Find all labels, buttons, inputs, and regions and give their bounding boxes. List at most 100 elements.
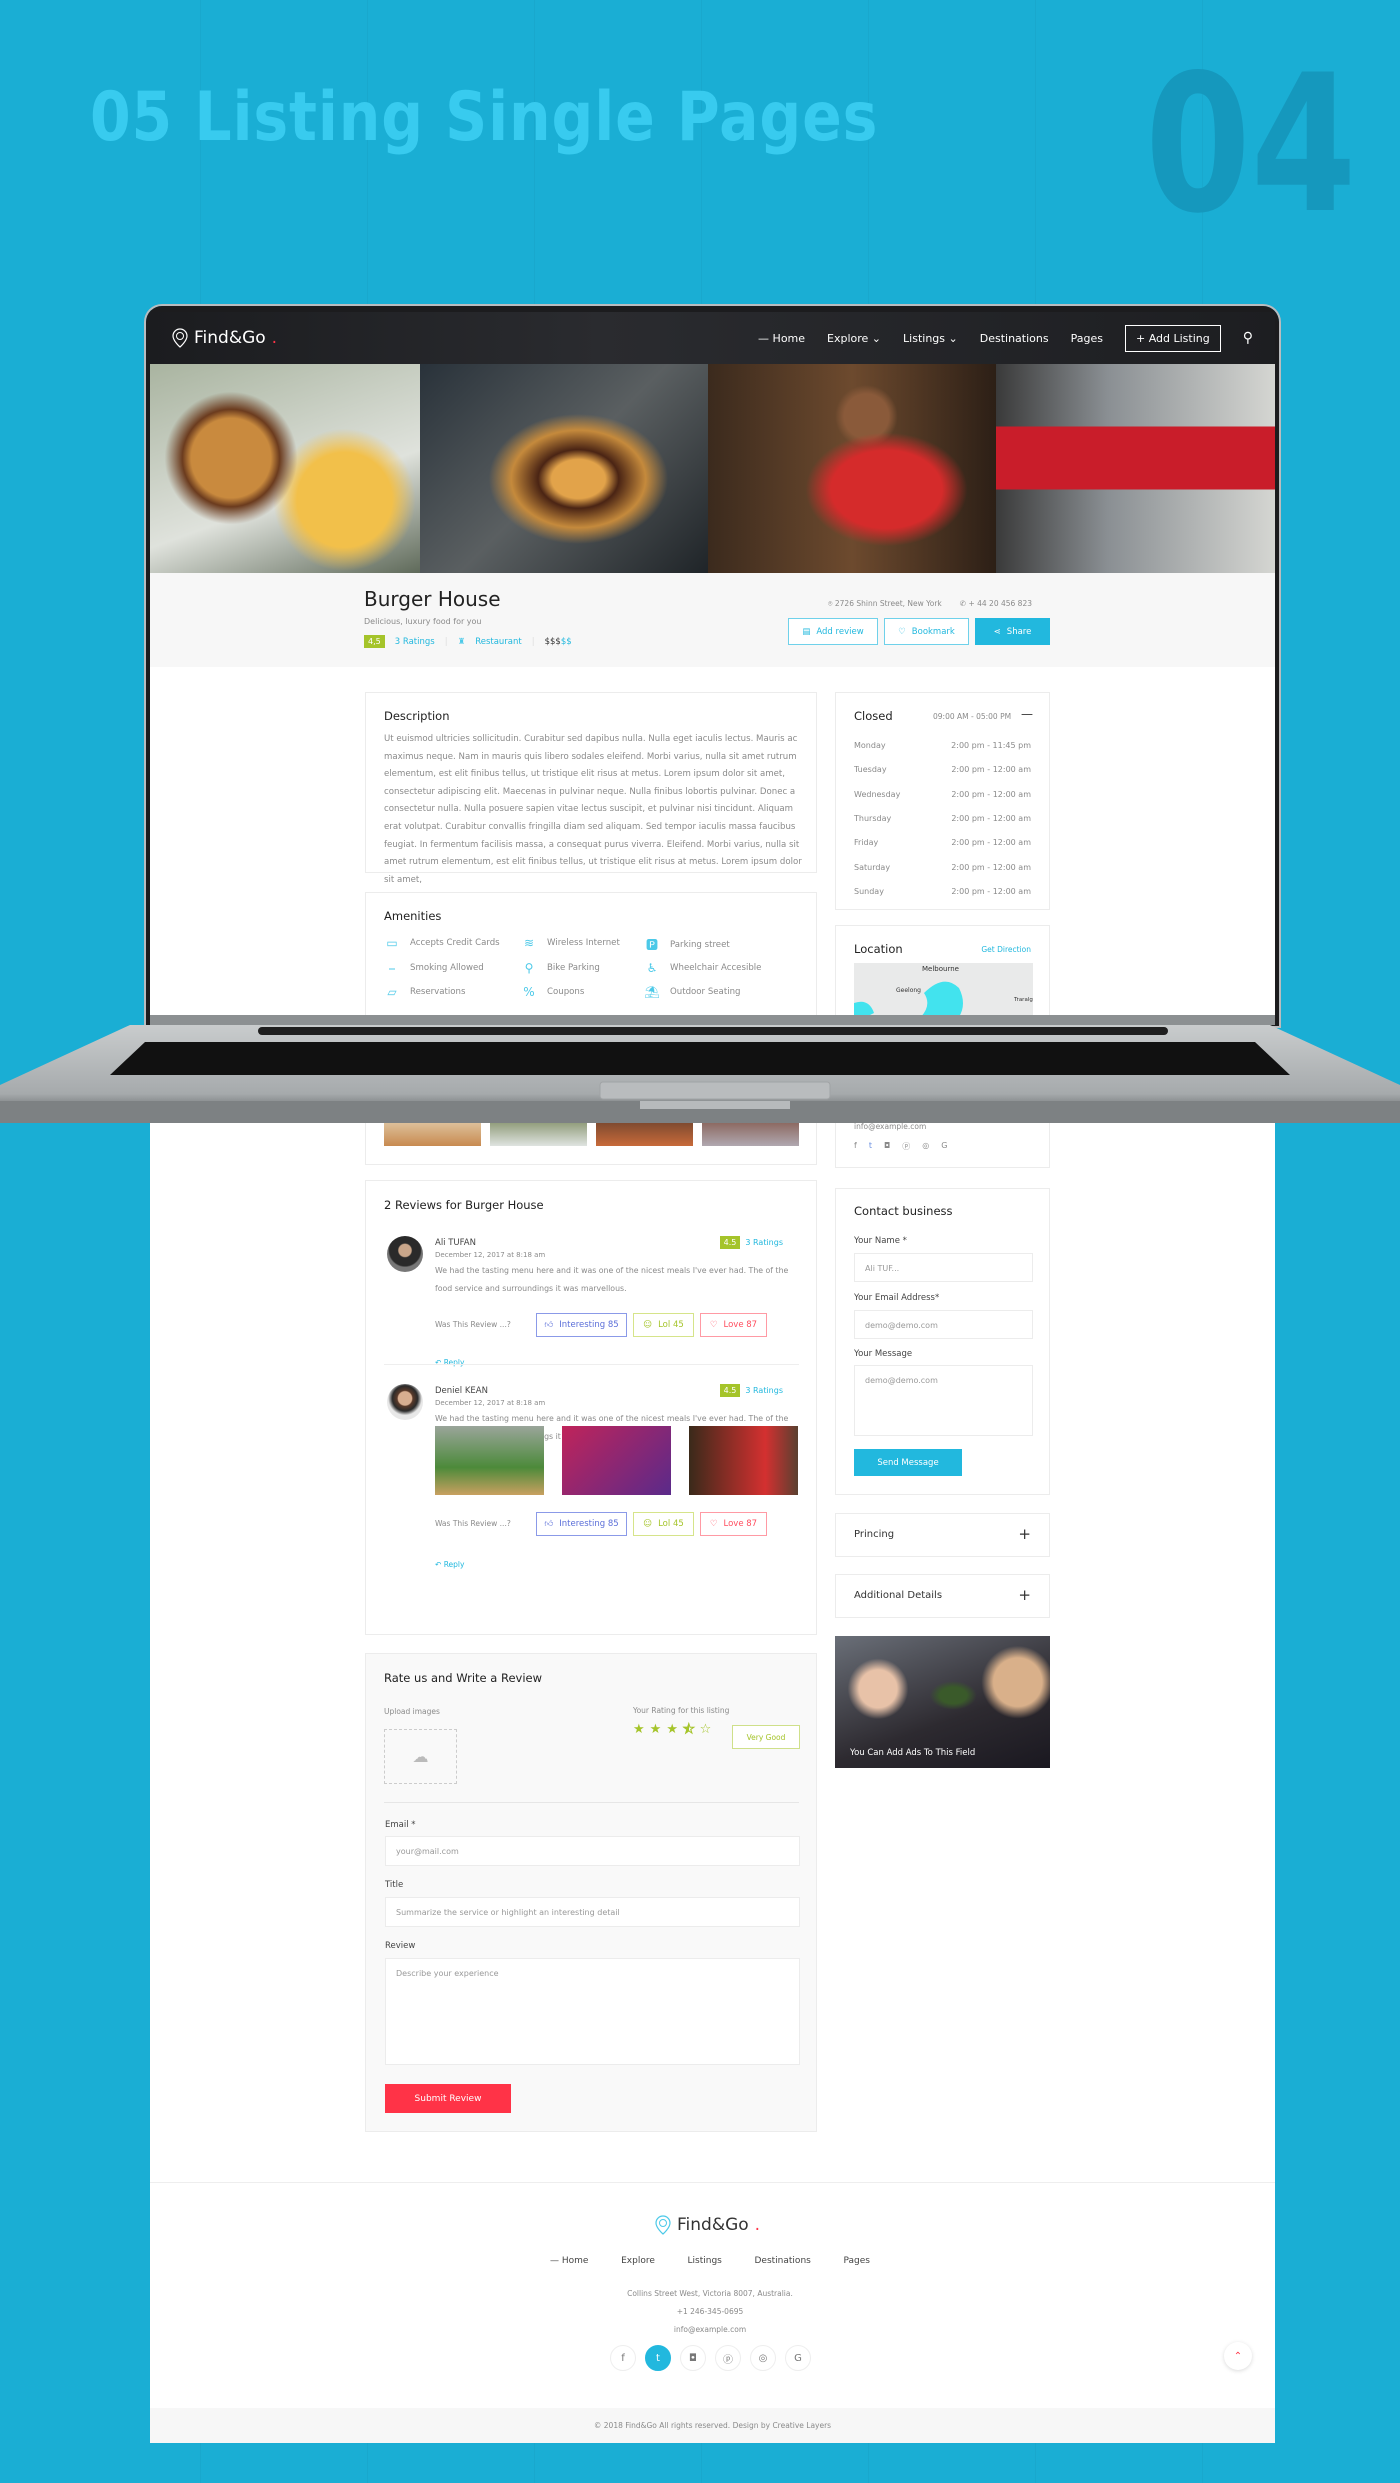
thumbs-up-icon: 👍︎ (544, 1519, 554, 1529)
hero-image-burgers-sign[interactable] (996, 364, 1275, 573)
reviewer-name[interactable]: Deniel KEAN (435, 1386, 488, 1396)
contact-heading: Contact business (854, 1204, 953, 1218)
avatar[interactable] (387, 1384, 423, 1420)
contact-business-card: Contact business Your Name * Ali TUF... … (835, 1188, 1050, 1495)
ratings-link[interactable]: 3 Ratings (395, 637, 435, 647)
footer-nav-pages[interactable]: Pages (843, 2256, 869, 2266)
footer-email[interactable]: info@example.com (550, 2321, 870, 2339)
listing-tagline: Delicious, luxury food for you (364, 617, 482, 626)
footer-logo[interactable]: Find&Go. (655, 2215, 760, 2235)
dribbble-icon[interactable]: ◎ (922, 1141, 929, 1152)
add-listing-button[interactable]: + Add Listing (1124, 324, 1221, 352)
ratings-link[interactable]: 3 Ratings (745, 1386, 783, 1395)
nav-explore[interactable]: Explore ⌄ (827, 332, 881, 345)
star-filled-icon[interactable]: ★ (666, 1722, 678, 1737)
lol-button[interactable]: ☺ Lol 45 (633, 1313, 694, 1337)
reply-button[interactable]: ↶ Reply (435, 1560, 464, 1569)
submit-review-button[interactable]: Submit Review (385, 2084, 511, 2113)
map[interactable]: Melbourne Geelong Traralg (854, 963, 1033, 1023)
message-textarea[interactable]: demo@demo.com (854, 1365, 1033, 1436)
google-icon[interactable]: G (941, 1141, 947, 1152)
star-rating[interactable]: ★ ★ ★ ★ ☆ (633, 1722, 712, 1738)
interesting-button[interactable]: 👍︎ Interesting 85 (536, 1313, 627, 1337)
lol-button[interactable]: ☺ Lol 45 (633, 1512, 694, 1536)
star-filled-icon[interactable]: ★ (633, 1722, 645, 1737)
pinterest-icon[interactable]: ⓟ (715, 2345, 741, 2371)
footer-nav-listings[interactable]: Listings (688, 2256, 722, 2266)
hero-gallery (150, 364, 1275, 573)
instagram-icon[interactable]: ◘ (680, 2345, 706, 2371)
hero-image-burger-fries[interactable] (150, 364, 420, 573)
review-title-input[interactable]: Summarize the service or highlight an in… (385, 1897, 800, 1927)
day-hours: 2:00 pm - 11:45 pm (951, 741, 1031, 750)
facebook-icon[interactable]: f (610, 2345, 636, 2371)
ratings-link[interactable]: 3 Ratings (745, 1238, 783, 1247)
star-empty-icon[interactable]: ☆ (700, 1722, 712, 1737)
review-date: December 12, 2017 at 8:18 am (435, 1251, 546, 1259)
footer-nav-home[interactable]: — Home (550, 2256, 588, 2266)
nav-destinations[interactable]: Destinations (980, 332, 1049, 345)
nav-home[interactable]: — Home (758, 332, 805, 345)
location-heading: Location (854, 942, 903, 956)
collapse-icon[interactable]: — (1021, 707, 1033, 721)
reviewer-name[interactable]: Ali TUFAN (435, 1238, 476, 1248)
love-button[interactable]: ♡ Love 87 (700, 1313, 767, 1337)
amenity-item: % Coupons (521, 985, 584, 999)
avatar[interactable] (387, 1236, 423, 1272)
ad-banner[interactable]: You Can Add Ads To This Field (835, 1636, 1050, 1768)
star-filled-icon[interactable]: ★ (650, 1722, 662, 1737)
google-icon[interactable]: G (785, 2345, 811, 2371)
rating-badge: 4,5 (364, 635, 385, 648)
hero-image-burger-closeup[interactable] (420, 364, 708, 573)
hours-row: Friday 2:00 pm - 12:00 am (854, 838, 1031, 847)
rating-badge: 4.5 (719, 1236, 741, 1249)
additional-details-label: Additional Details (854, 1590, 943, 1601)
hero-image-waiter[interactable] (708, 364, 996, 573)
pinterest-icon[interactable]: ⓟ (902, 1141, 910, 1152)
send-message-button[interactable]: Send Message (854, 1449, 962, 1476)
twitter-icon[interactable]: t (645, 2345, 671, 2371)
add-review-button[interactable]: ▤ Add review (788, 618, 878, 645)
review-photo[interactable] (562, 1426, 671, 1495)
plus-icon: + (1018, 1586, 1031, 1604)
share-button[interactable]: ⋖ Share (975, 618, 1050, 645)
dribbble-icon[interactable]: ◎ (750, 2345, 776, 2371)
review-photo[interactable] (435, 1426, 544, 1495)
bookmark-button[interactable]: ♡ Bookmark (884, 618, 969, 645)
facebook-icon[interactable]: f (854, 1141, 857, 1152)
review-email-input[interactable]: your@mail.com (385, 1836, 800, 1866)
upload-label: Upload images (384, 1707, 440, 1716)
brand-logo[interactable]: Find&Go. (172, 328, 277, 348)
review-photo[interactable] (689, 1426, 798, 1495)
location-pin-icon: ⌾ (828, 599, 833, 608)
ticket-icon: ▱ (387, 985, 397, 999)
user-icon[interactable]: ⚲ (1243, 330, 1253, 346)
twitter-icon[interactable]: t (869, 1141, 872, 1152)
nav-listings[interactable]: Listings ⌄ (903, 332, 958, 345)
map-pin-logo-icon (655, 2215, 671, 2235)
star-half-icon[interactable]: ★ (682, 1722, 695, 1738)
love-button[interactable]: ♡ Love 87 (700, 1512, 767, 1536)
footer-nav: — Home Explore Listings Destinations Pag… (550, 2256, 870, 2266)
additional-details-accordion[interactable]: Additional Details + (835, 1574, 1050, 1618)
amenity-item: 🅿 Parking street (644, 936, 730, 953)
back-to-top-button[interactable]: ⌃ (1224, 2342, 1252, 2370)
divider (384, 1802, 799, 1803)
get-direction-link[interactable]: Get Direction (981, 945, 1031, 954)
nav-pages[interactable]: Pages (1071, 332, 1103, 345)
footer-nav-explore[interactable]: Explore (621, 2256, 655, 2266)
interesting-button[interactable]: 👍︎ Interesting 85 (536, 1512, 627, 1536)
review-textarea[interactable]: Describe your experience (385, 1958, 800, 2065)
smile-icon: ☺ (643, 1320, 653, 1330)
email-input[interactable]: demo@demo.com (854, 1310, 1033, 1339)
pricing-accordion[interactable]: Princing + (835, 1513, 1050, 1557)
category-link[interactable]: Restaurant (475, 637, 522, 647)
footer-nav-destinations[interactable]: Destinations (755, 2256, 811, 2266)
opening-hours-card: Closed 09:00 AM - 05:00 PM — Monday 2:00 … (835, 692, 1050, 910)
title-label: Title (385, 1880, 404, 1890)
instagram-icon[interactable]: ◘ (884, 1141, 890, 1152)
hours-row: Monday 2:00 pm - 11:45 pm (854, 741, 1031, 750)
reply-button[interactable]: ↶ Reply (435, 1358, 464, 1367)
upload-dropzone[interactable]: ☁ (384, 1729, 457, 1784)
name-input[interactable]: Ali TUF... (854, 1253, 1033, 1282)
